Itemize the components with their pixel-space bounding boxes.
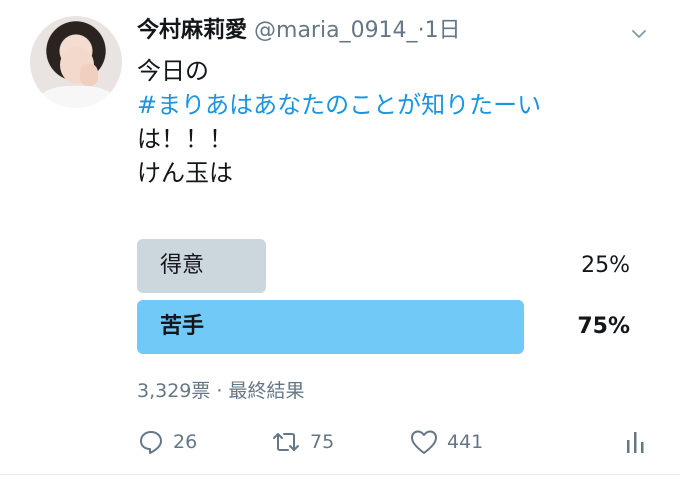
heart-icon (411, 430, 437, 454)
author-handle[interactable]: @maria_0914_ (254, 18, 418, 43)
poll-option-percent: 25% (581, 253, 630, 278)
tweet-header: 今村麻莉愛 @maria_0914_·1日 (137, 16, 461, 46)
retweet-count: 75 (310, 431, 335, 453)
retweet-button[interactable]: 75 (270, 424, 334, 460)
reply-icon (140, 431, 162, 454)
poll-option-label: 苦手 (160, 314, 205, 339)
tweet-text: 今日の #まりあはあなたのことが知りたーい は！！！ けん玉は (137, 54, 541, 190)
retweet-icon (273, 433, 299, 451)
tweet-text-line: は！！！ (137, 125, 233, 153)
author-name[interactable]: 今村麻莉愛 (137, 18, 247, 43)
like-count: 441 (447, 431, 484, 453)
poll-option-label: 得意 (160, 253, 205, 278)
analytics-button[interactable] (624, 424, 646, 460)
analytics-icon (627, 432, 644, 453)
hashtag-link[interactable]: #まりあはあなたのことが知りたーい (137, 88, 541, 122)
tweet: 今村麻莉愛 @maria_0914_·1日 今日の #まりあはあなたのことが知り… (0, 0, 680, 490)
chevron-down-icon[interactable] (631, 26, 647, 42)
header-separator: · (417, 18, 425, 43)
tweet-text-line: けん玉は (137, 159, 233, 187)
poll-meta: 3,329票 · 最終結果 (137, 380, 305, 402)
like-button[interactable]: 441 (409, 424, 483, 460)
avatar-hand (80, 64, 98, 86)
reply-count: 26 (173, 431, 198, 453)
poll-option-percent: 75% (577, 314, 630, 339)
avatar-shirt (38, 86, 116, 108)
avatar[interactable] (30, 16, 122, 108)
tweet-divider (0, 474, 680, 475)
tweet-time[interactable]: 1日 (425, 18, 461, 43)
reply-button[interactable]: 26 (137, 424, 197, 460)
tweet-text-line: 今日の (137, 57, 209, 85)
tweet-actions: 26 75 441 (137, 424, 657, 460)
